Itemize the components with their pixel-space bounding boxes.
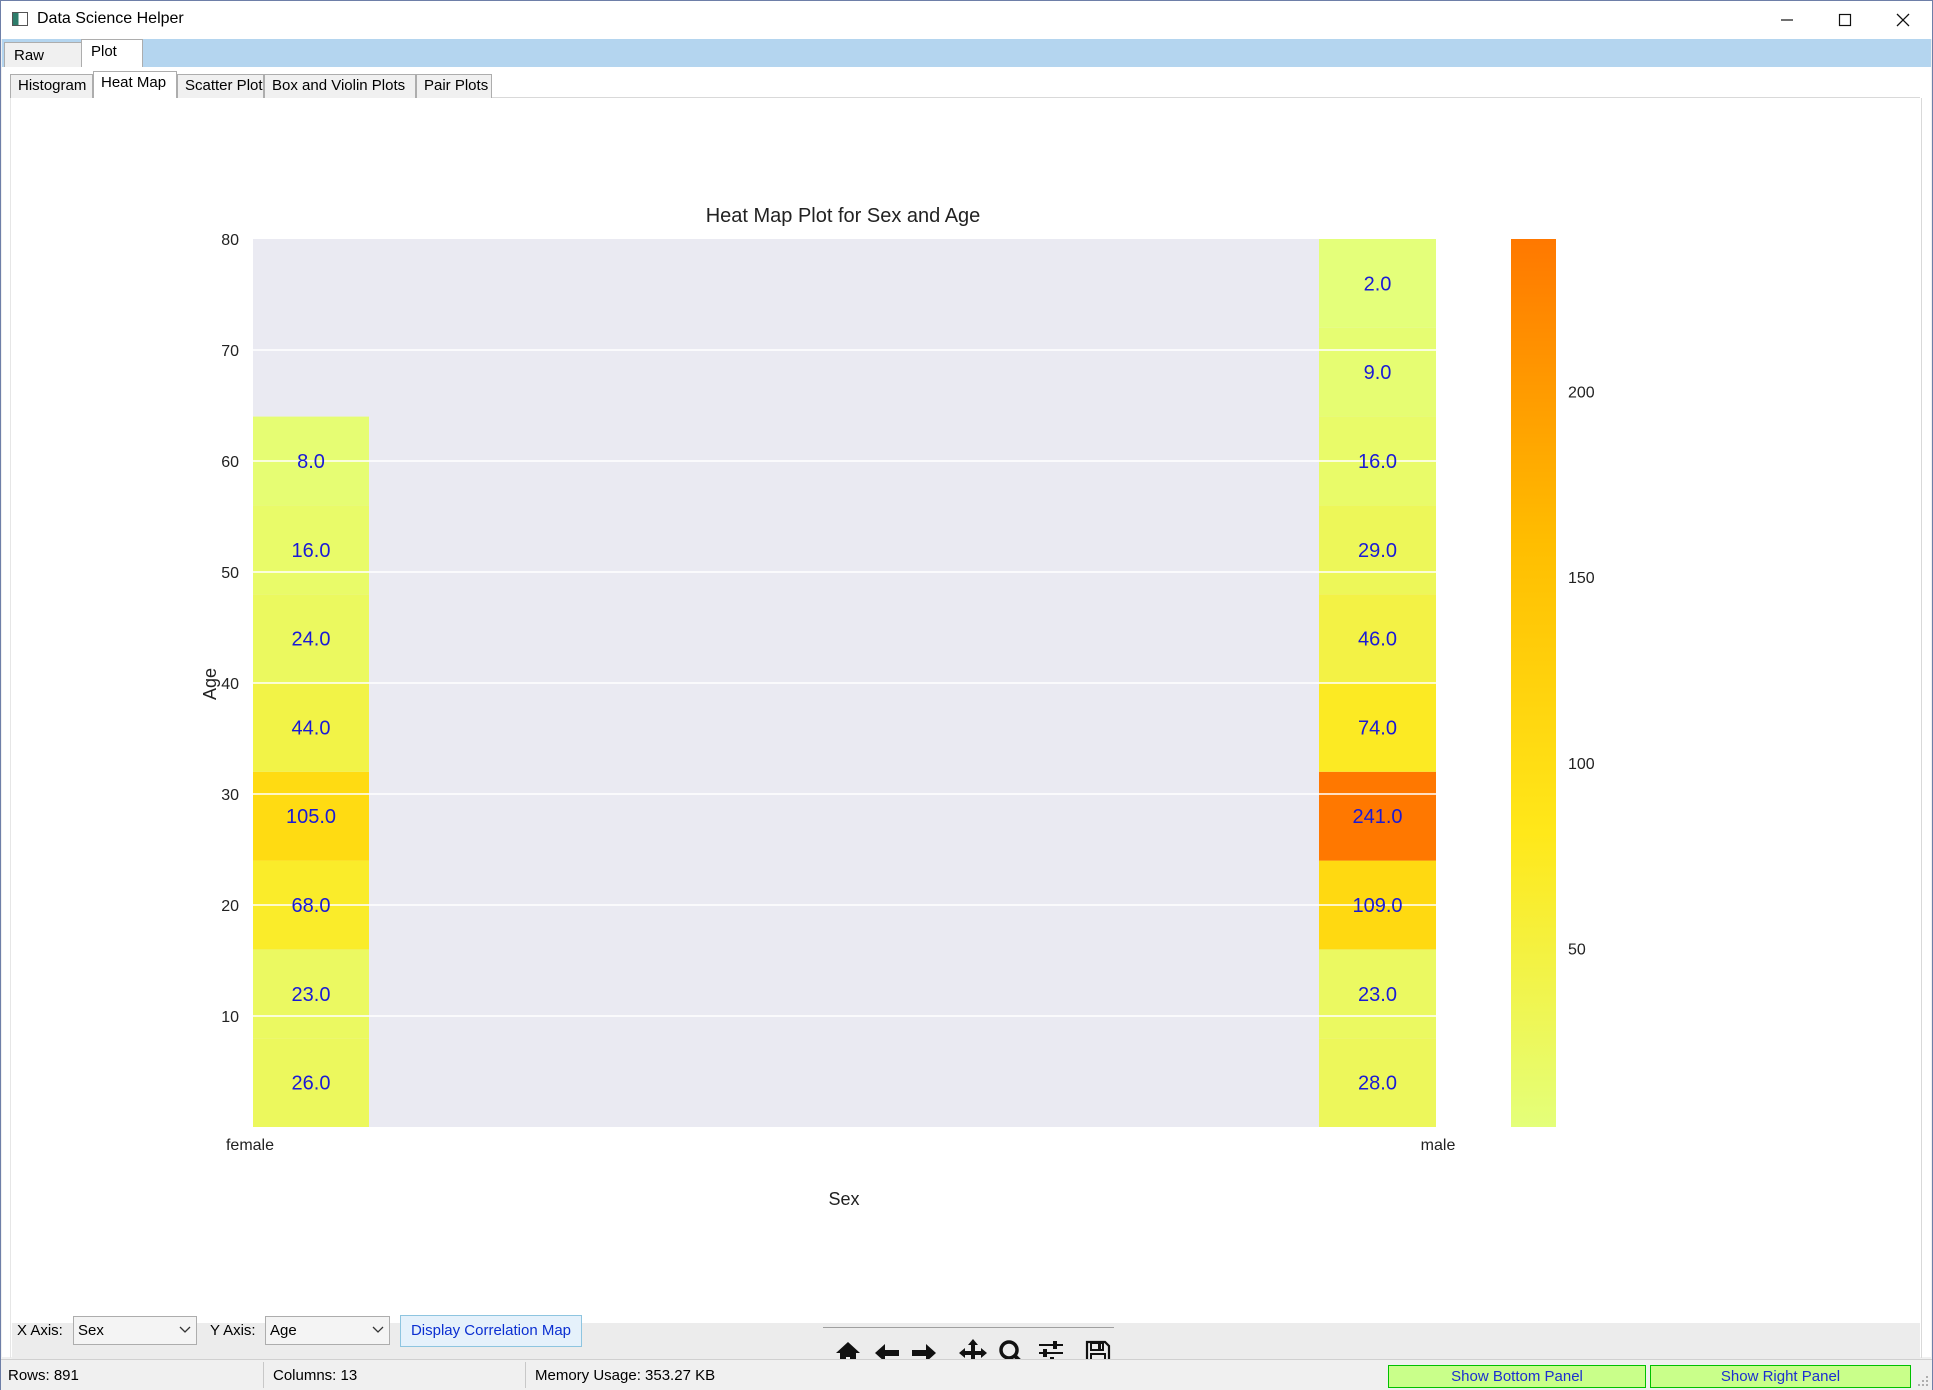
y-tick-label: 70 [221, 343, 239, 360]
x-axis-label: Sex [828, 1189, 859, 1209]
x-axis-select[interactable]: Sex [73, 1316, 197, 1345]
title-bar: Data Science Helper [1, 1, 1932, 39]
colorbar-tick-label: 150 [1568, 570, 1595, 587]
colorbar-ticks: 50 100 150 200 [1568, 384, 1595, 958]
status-rows: Rows: 891 [8, 1367, 79, 1384]
x-axis-ticks: female male [226, 1137, 1455, 1154]
cell-value-label: 2.0 [1364, 273, 1392, 295]
tab-plot[interactable]: Plot [81, 39, 143, 67]
window-title: Data Science Helper [37, 10, 184, 27]
y-axis-select-label: Y Axis: [210, 1322, 256, 1339]
tab-pair-plots[interactable]: Pair Plots [416, 74, 492, 98]
status-separator [525, 1362, 526, 1388]
y-tick-label: 40 [221, 676, 239, 693]
tab-raw-data[interactable]: Raw Data [4, 42, 82, 89]
plot-panel: Histogram Heat Map Scatter Plot Box and … [2, 67, 1931, 1375]
cell-value-label: 9.0 [1364, 362, 1392, 384]
y-tick-label: 20 [221, 898, 239, 915]
close-button[interactable] [1874, 1, 1932, 39]
status-memory: Memory Usage: 353.27 KB [535, 1367, 716, 1384]
display-correlation-map-button[interactable]: Display Correlation Map [400, 1315, 582, 1347]
tab-box-and-violin-plots[interactable]: Box and Violin Plots [264, 74, 416, 98]
show-right-panel-button[interactable]: Show Right Panel [1650, 1365, 1911, 1388]
cell-value-label: 46.0 [1358, 629, 1397, 651]
cell-value-label: 23.0 [1358, 984, 1397, 1006]
cell-value-label: 8.0 [297, 451, 325, 473]
minimize-icon [1781, 19, 1793, 21]
cell-value-label: 109.0 [1352, 895, 1402, 917]
cell-value-label: 24.0 [292, 629, 331, 651]
minimize-button[interactable] [1758, 1, 1816, 39]
app-window: Data Science Helper Raw Data Plot Histog… [0, 0, 1933, 1390]
chevron-down-icon [179, 1326, 191, 1333]
y-axis-selected-value: Age [270, 1322, 297, 1339]
heatmap-chart: 26.0 23.0 68.0 105.0 44.0 24.0 16.0 8.0 28.0 23.0… [200, 205, 1595, 1209]
cell-value-label: 44.0 [292, 717, 331, 739]
show-bottom-panel-button[interactable]: Show Bottom Panel [1388, 1365, 1646, 1388]
cell-value-label: 26.0 [292, 1073, 331, 1095]
resize-grip-icon[interactable] [1917, 1375, 1929, 1387]
maximize-icon [1838, 13, 1852, 27]
cell-value-label: 16.0 [1358, 451, 1397, 473]
status-bar: Rows: 891 Columns: 13 Memory Usage: 353.… [1, 1359, 1932, 1390]
y-tick-label: 10 [221, 1009, 239, 1026]
tab-scatter-plot[interactable]: Scatter Plot [177, 74, 264, 98]
app-icon [12, 12, 28, 26]
x-axis-select-label: X Axis: [17, 1322, 63, 1339]
cell-value-label: 74.0 [1358, 717, 1397, 739]
axis-controls: X Axis: Sex Y Axis: Age Display Correlat… [1, 1311, 1932, 1351]
colorbar [1511, 239, 1556, 1127]
y-tick-label: 80 [221, 232, 239, 249]
y-tick-label: 60 [221, 454, 239, 471]
cell-value-label: 68.0 [292, 895, 331, 917]
cell-value-label: 105.0 [286, 806, 336, 828]
cell-value-label: 23.0 [292, 984, 331, 1006]
x-tick-label: female [226, 1137, 274, 1154]
colorbar-tick-label: 200 [1568, 384, 1595, 401]
plot-canvas[interactable]: 26.0 23.0 68.0 105.0 44.0 24.0 16.0 8.0 28.0 23.0… [10, 98, 1922, 1358]
maximize-button[interactable] [1816, 1, 1874, 39]
chart-title: Heat Map Plot for Sex and Age [706, 205, 981, 227]
colorbar-tick-label: 50 [1568, 942, 1586, 959]
close-icon [1896, 13, 1910, 27]
x-axis-selected-value: Sex [78, 1322, 104, 1339]
cell-value-label: 28.0 [1358, 1073, 1397, 1095]
cell-value-label: 29.0 [1358, 540, 1397, 562]
status-columns: Columns: 13 [273, 1367, 358, 1384]
y-tick-label: 30 [221, 787, 239, 804]
status-separator [263, 1362, 264, 1388]
main-tab-bar: Raw Data Plot [2, 39, 1931, 89]
y-axis-select[interactable]: Age [265, 1316, 390, 1345]
cell-value-label: 241.0 [1352, 806, 1402, 828]
tab-histogram[interactable]: Histogram [10, 74, 93, 98]
tab-heat-map[interactable]: Heat Map [93, 71, 177, 98]
cell-value-label: 16.0 [292, 540, 331, 562]
y-axis-ticks: 10 20 30 40 50 60 70 80 [221, 232, 239, 1026]
y-axis-label: Age [200, 668, 220, 700]
x-tick-label: male [1421, 1137, 1456, 1154]
y-tick-label: 50 [221, 565, 239, 582]
colorbar-tick-label: 100 [1568, 756, 1595, 773]
plot-type-tab-bar: Histogram Heat Map Scatter Plot Box and … [10, 71, 1920, 98]
chevron-down-icon [372, 1326, 384, 1333]
